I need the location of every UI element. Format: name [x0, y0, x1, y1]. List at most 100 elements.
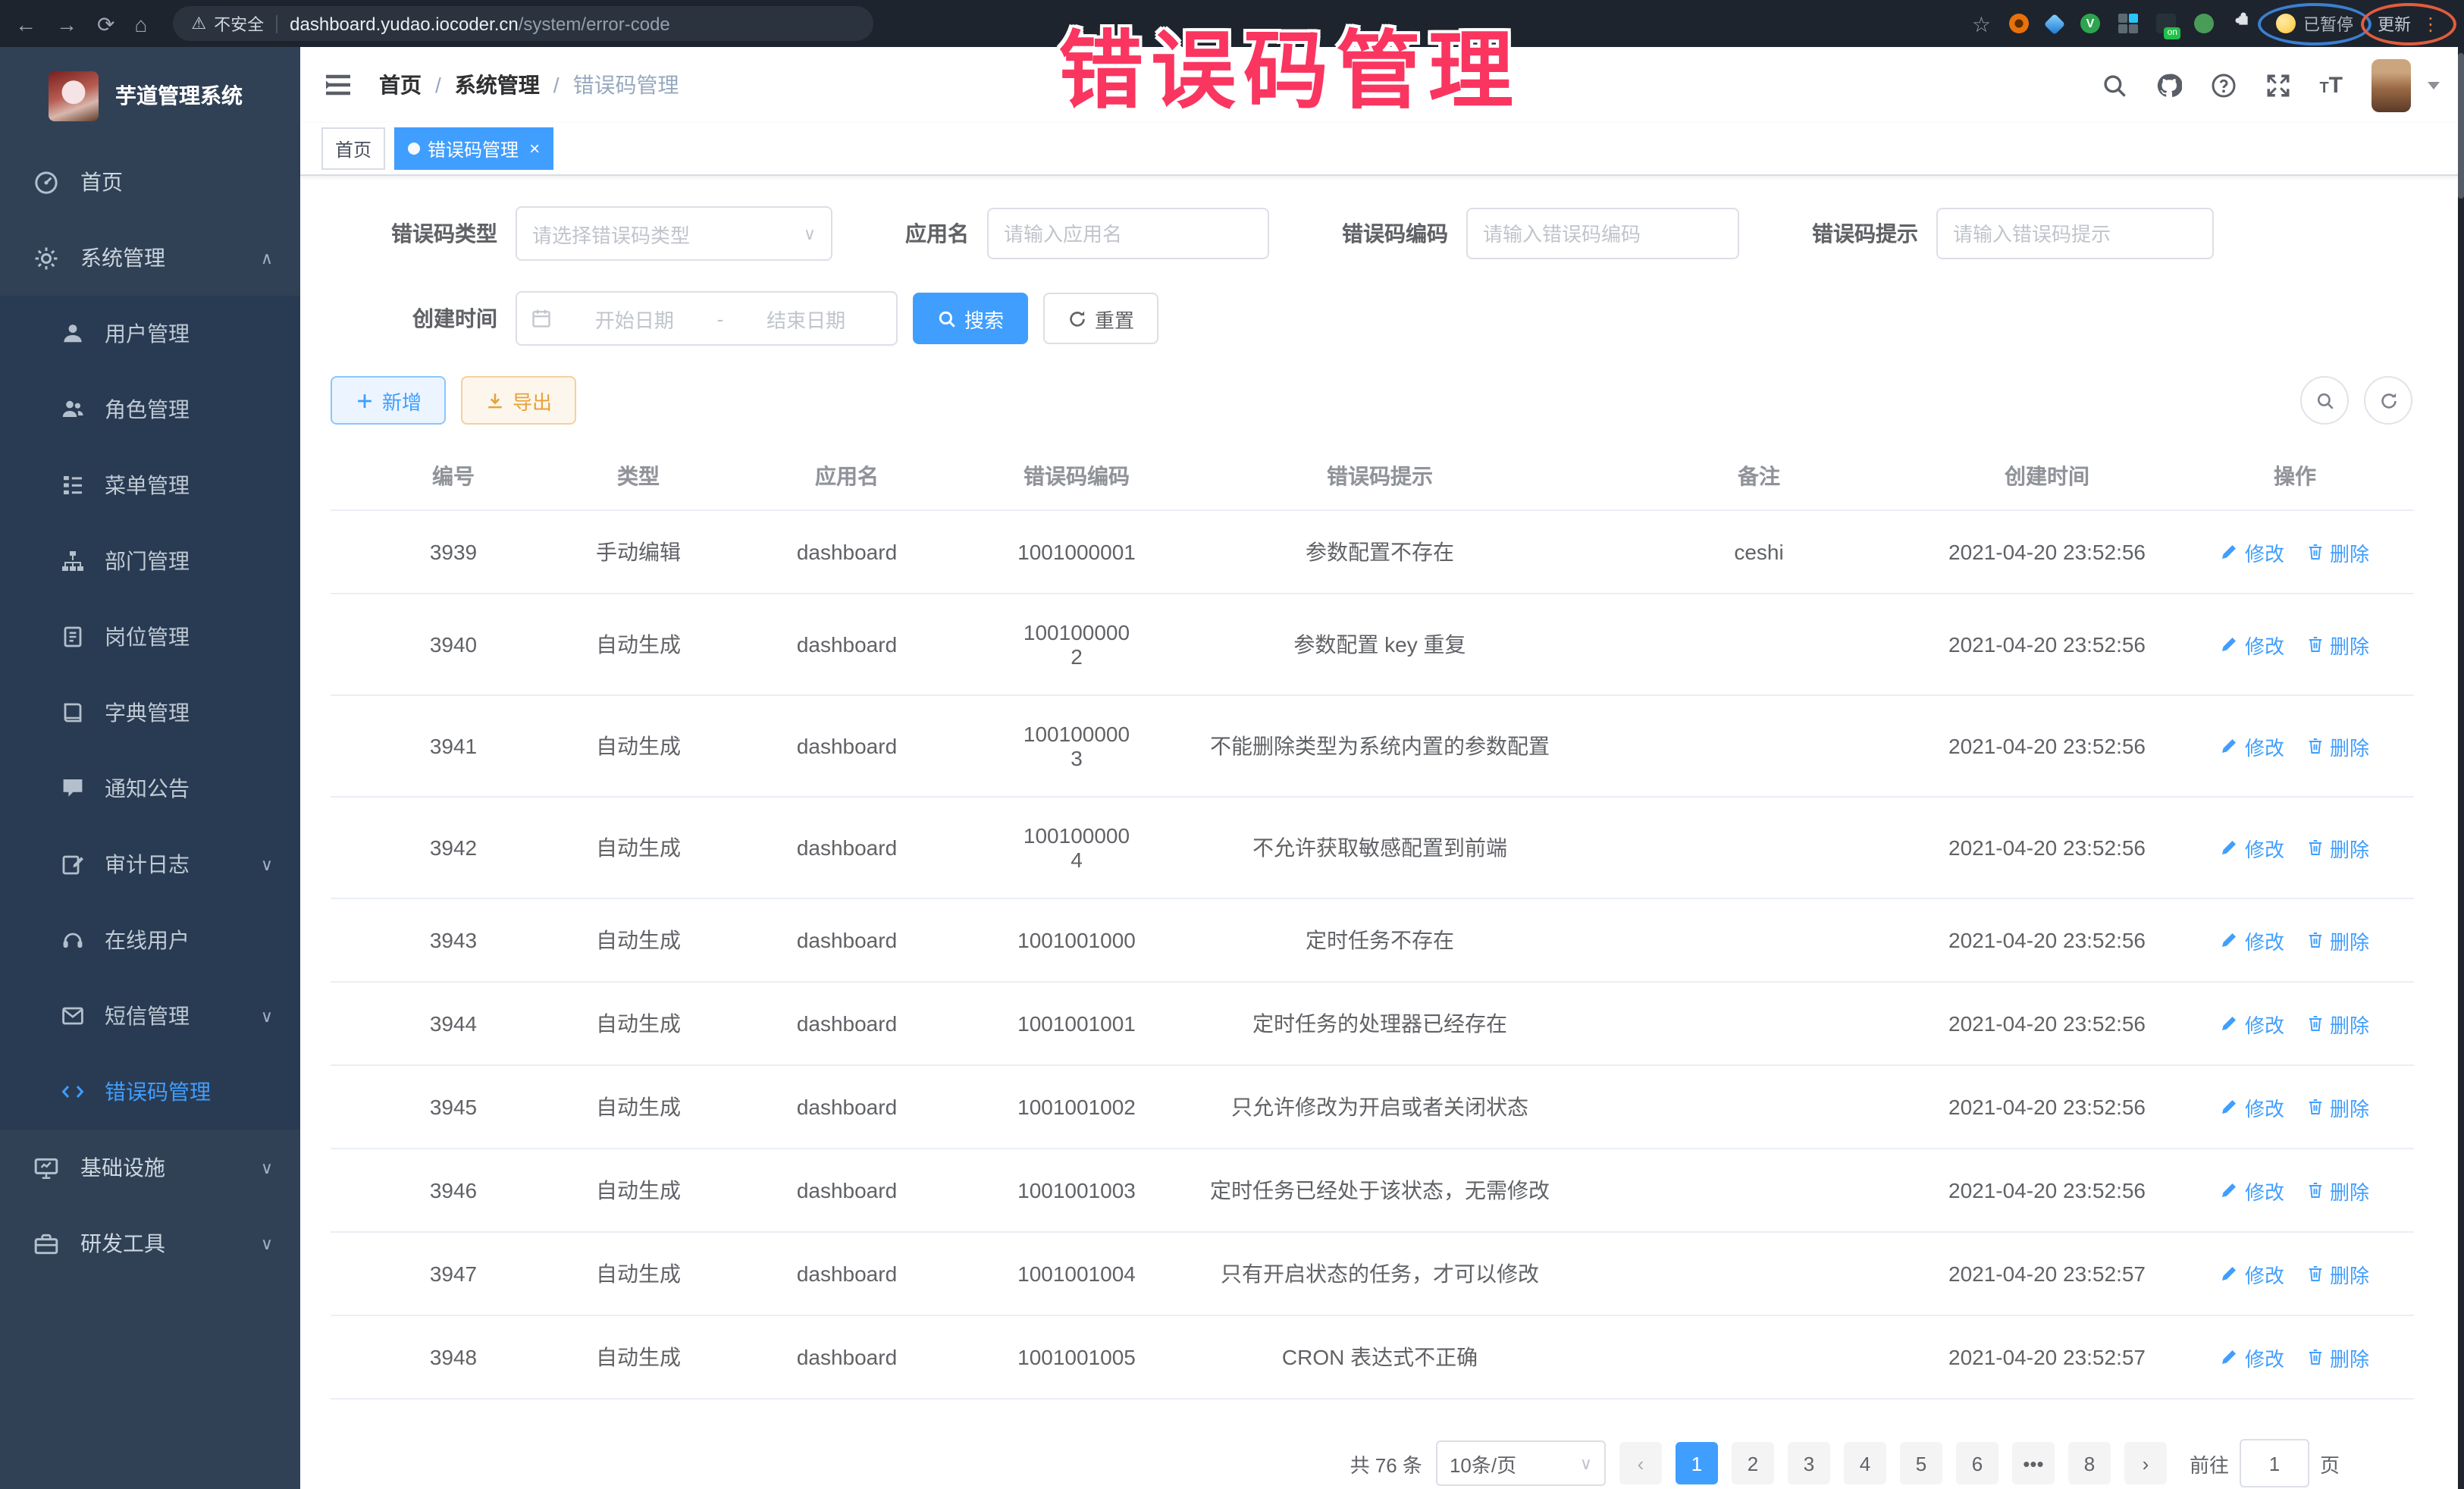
delete-link[interactable]: 删除	[2306, 833, 2369, 862]
search-icon[interactable]	[2101, 72, 2127, 98]
error-code-input[interactable]	[1466, 208, 1739, 259]
delete-link[interactable]: 删除	[2306, 732, 2369, 760]
show-search-button[interactable]	[2300, 376, 2349, 425]
sidebar-item-sms[interactable]: 短信管理 ∨	[0, 978, 300, 1054]
address-bar[interactable]: ⚠ 不安全 dashboard.yudao.iocoder.cn/system/…	[173, 6, 873, 41]
sidebar-item-home[interactable]: 首页	[0, 144, 300, 220]
sidebar-item-audit-log[interactable]: 审计日志 ∨	[0, 826, 300, 902]
tab-home[interactable]: 首页	[321, 127, 385, 170]
edit-link[interactable]: 修改	[2221, 1176, 2284, 1205]
home-icon[interactable]: ⌂	[134, 13, 147, 34]
sidebar-item-dictionary[interactable]: 字典管理	[0, 675, 300, 751]
fullscreen-icon[interactable]	[2265, 72, 2290, 98]
date-range-picker[interactable]: 开始日期 - 结束日期	[516, 291, 898, 346]
error-message-input[interactable]	[1936, 208, 2214, 259]
delete-link[interactable]: 删除	[2306, 1092, 2369, 1121]
table-toolbar: 新增 导出	[331, 376, 2434, 425]
extension-icon-gem[interactable]	[2044, 13, 2065, 34]
delete-link[interactable]: 删除	[2306, 926, 2369, 955]
sidebar-item-posts[interactable]: 岗位管理	[0, 599, 300, 675]
add-button[interactable]: 新增	[331, 376, 446, 425]
breadcrumb-home[interactable]: 首页	[379, 70, 422, 100]
edit-link[interactable]: 修改	[2221, 538, 2284, 566]
delete-link[interactable]: 删除	[2306, 1259, 2369, 1288]
page-button-1[interactable]: 1	[1676, 1442, 1718, 1484]
extension-icon-key[interactable]	[2194, 14, 2214, 33]
edit-link[interactable]: 修改	[2221, 926, 2284, 955]
help-icon[interactable]	[2210, 72, 2236, 98]
sidebar-item-system[interactable]: 系统管理 ∧	[0, 220, 300, 296]
edit-link[interactable]: 修改	[2221, 630, 2284, 659]
extension-icon-on[interactable]: on	[2156, 14, 2176, 33]
browser-update-chip[interactable]: 更新 ⋮	[2375, 11, 2443, 36]
sidebar-item-devtools[interactable]: 研发工具 ∨	[0, 1205, 300, 1281]
sidebar-item-roles[interactable]: 角色管理	[0, 371, 300, 447]
pencil-icon	[2221, 931, 2239, 949]
page-button-8[interactable]: 8	[2068, 1442, 2111, 1484]
font-size-icon[interactable]: TT	[2319, 74, 2343, 96]
page-button-5[interactable]: 5	[1900, 1442, 1942, 1484]
reset-button[interactable]: 重置	[1043, 293, 1158, 344]
page-button-4[interactable]: 4	[1844, 1442, 1886, 1484]
extension-icon-orange[interactable]	[2009, 14, 2029, 33]
page-button-2[interactable]: 2	[1732, 1442, 1774, 1484]
pencil-icon	[2221, 737, 2239, 755]
search-button[interactable]: 搜索	[913, 293, 1028, 344]
sidebar-toggle-icon[interactable]	[324, 73, 352, 97]
edit-link[interactable]: 修改	[2221, 1259, 2284, 1288]
badge-icon	[61, 625, 85, 649]
prev-page-button[interactable]: ‹	[1619, 1442, 1662, 1484]
error-type-select[interactable]: 请选择错误码类型 ∨	[516, 206, 832, 261]
breadcrumb-system[interactable]: 系统管理	[455, 70, 540, 100]
tab-error-codes[interactable]: 错误码管理 ×	[394, 127, 553, 170]
sidebar-item-infrastructure[interactable]: 基础设施 ∨	[0, 1130, 300, 1205]
refresh-table-button[interactable]	[2364, 376, 2412, 425]
user-avatar[interactable]	[2372, 58, 2411, 111]
avatar-caret-icon[interactable]	[2428, 81, 2440, 89]
bookmark-star-icon[interactable]: ☆	[1972, 13, 1991, 34]
app-name-input[interactable]	[987, 208, 1269, 259]
export-button[interactable]: 导出	[461, 376, 576, 425]
back-icon[interactable]: ←	[15, 13, 36, 34]
sidebar-item-error-codes[interactable]: 错误码管理	[0, 1054, 300, 1130]
site-security[interactable]: ⚠ 不安全	[191, 11, 264, 36]
page-button-3[interactable]: 3	[1788, 1442, 1830, 1484]
delete-link[interactable]: 删除	[2306, 1176, 2369, 1205]
sidebar-item-departments[interactable]: 部门管理	[0, 523, 300, 599]
sidebar-item-announcements[interactable]: 通知公告	[0, 751, 300, 826]
delete-link[interactable]: 删除	[2306, 538, 2369, 566]
edit-link[interactable]: 修改	[2221, 833, 2284, 862]
row-id: 3945	[331, 1065, 576, 1149]
app-logo-row[interactable]: 芋道管理系统	[0, 47, 300, 144]
page-size-select[interactable]: 10条/页 ∨	[1436, 1440, 1606, 1486]
close-icon[interactable]: ×	[529, 139, 540, 158]
row-time: 2021-04-20 23:52:56	[1918, 1065, 2176, 1149]
paused-extension-chip[interactable]: 已暂停	[2273, 11, 2356, 36]
github-icon[interactable]	[2155, 72, 2181, 98]
range-separator: -	[717, 307, 724, 330]
row-app: dashboard	[701, 1315, 993, 1399]
menu-dots-icon[interactable]: ⋮	[2422, 13, 2440, 34]
more-pages-button[interactable]: •••	[2012, 1442, 2055, 1484]
next-page-button[interactable]: ›	[2124, 1442, 2167, 1484]
delete-link[interactable]: 删除	[2306, 630, 2369, 659]
extensions-puzzle-icon[interactable]	[2232, 8, 2255, 39]
extension-icon-grid[interactable]	[2118, 14, 2138, 33]
edit-link[interactable]: 修改	[2221, 1092, 2284, 1121]
sidebar-item-menus[interactable]: 菜单管理	[0, 447, 300, 523]
forward-icon[interactable]: →	[56, 13, 77, 34]
row-code: 1001001000	[993, 898, 1160, 982]
edit-link[interactable]: 修改	[2221, 1343, 2284, 1371]
url-path: /system/error-code	[519, 13, 670, 34]
delete-link[interactable]: 删除	[2306, 1343, 2369, 1371]
reload-icon[interactable]: ⟳	[97, 13, 114, 34]
scrollbar[interactable]	[2458, 47, 2464, 1489]
goto-page-input[interactable]	[2240, 1439, 2309, 1487]
sidebar-item-online-users[interactable]: 在线用户	[0, 902, 300, 978]
extension-icon-green-v[interactable]: V	[2080, 14, 2100, 33]
delete-link[interactable]: 删除	[2306, 1009, 2369, 1038]
edit-link[interactable]: 修改	[2221, 732, 2284, 760]
sidebar-item-users[interactable]: 用户管理	[0, 296, 300, 371]
edit-link[interactable]: 修改	[2221, 1009, 2284, 1038]
page-button-6[interactable]: 6	[1956, 1442, 1998, 1484]
